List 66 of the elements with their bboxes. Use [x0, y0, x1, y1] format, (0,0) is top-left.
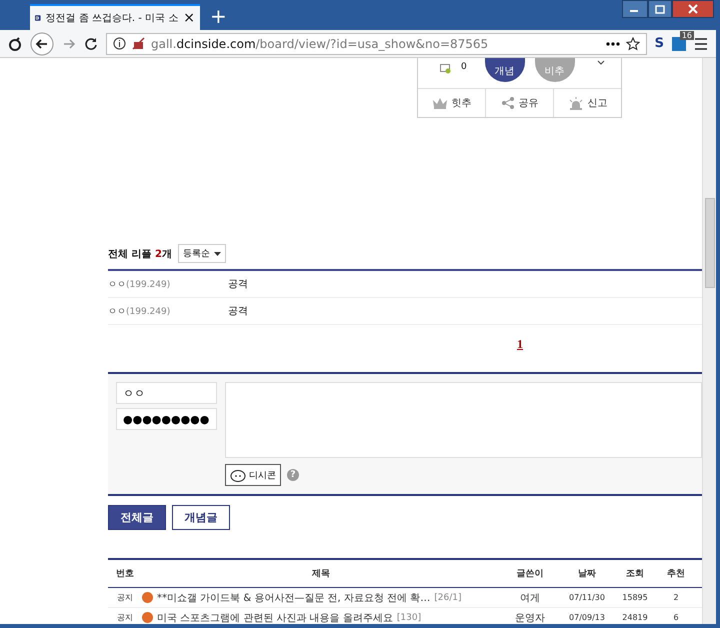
table-cell-text: 6: [672, 613, 680, 622]
maximize-button[interactable]: [648, 0, 672, 18]
notice-icon: [142, 612, 153, 623]
table-cell-text: 07/11/30: [568, 593, 606, 602]
vertical-scrollbar[interactable]: [702, 58, 716, 624]
more-icon[interactable]: [606, 42, 620, 46]
extension-icon[interactable]: [672, 36, 686, 50]
face-icon: [230, 468, 246, 482]
page-link[interactable]: 1: [517, 337, 523, 352]
table-cell-text: 24819: [621, 613, 649, 622]
address-bar[interactable]: gall.dcinside.com/board/view/?id=usa_show&no=87565: [106, 32, 647, 54]
name-field[interactable]: ㅇㅇ: [116, 382, 217, 404]
tab-close-button[interactable]: ×: [183, 10, 195, 26]
column-header: 조회: [625, 568, 645, 580]
column-header: 제목: [311, 568, 331, 580]
extension-icon[interactable]: S: [654, 36, 664, 51]
comment-author: ㅇㅇ(199.249): [108, 306, 172, 318]
comment-icon: [440, 64, 451, 74]
table-cell-text: 07/09/13: [568, 613, 606, 622]
post-title-link[interactable]: **미쇼갤 가이드북 & 용어사전—질문 전, 자료요청 전에 확… [26/1]: [142, 590, 500, 604]
post-title-link[interactable]: 미국 스포츠그램에 관련된 사진과 내용을 올려주세요 [130]: [142, 610, 500, 624]
sort-dropdown[interactable]: 등록순: [178, 244, 226, 263]
star-icon[interactable]: [626, 36, 640, 50]
notice-icon: [142, 592, 153, 603]
comment-input[interactable]: [225, 382, 702, 458]
column-header: 글쓴이: [516, 568, 544, 580]
column-header: 번호: [115, 568, 135, 580]
dccon-button[interactable]: 디시콘: [225, 464, 281, 486]
close-icon: [688, 4, 698, 14]
recommend-count: 0: [461, 62, 467, 72]
menu-icon[interactable]: [694, 38, 708, 50]
column-header: 날짜: [577, 568, 597, 580]
extension-badge: 16: [680, 30, 694, 40]
comment-author: ㅇㅇ(199.249): [108, 278, 172, 290]
insecure-lock-icon: [132, 37, 145, 50]
maximize-icon: [655, 4, 665, 14]
minimize-button[interactable]: [622, 0, 648, 18]
tab-title: 정전걸 좀 쓰겁승다. - 미국 소: [46, 12, 178, 25]
comment-count-title: 전체 리플 2개: [108, 248, 172, 260]
table-cell-text: 운영자: [514, 612, 546, 624]
table-cell-text: 여게: [519, 592, 541, 604]
password-field[interactable]: ●●●●●●●●●: [116, 408, 217, 430]
vote-button[interactable]: 개념: [484, 58, 525, 82]
table-cell-text: 공지: [116, 592, 134, 603]
comment-text: 공격: [228, 305, 248, 318]
info-icon: [113, 37, 126, 50]
chevron-down-icon[interactable]: [596, 60, 605, 65]
column-header: 추천: [666, 568, 686, 580]
close-button[interactable]: [672, 0, 714, 18]
list-tab[interactable]: 개념글: [172, 505, 230, 530]
reload-icon[interactable]: [84, 36, 98, 50]
comment-text: 공격: [228, 278, 248, 291]
new-tab-button[interactable]: +: [210, 4, 227, 28]
browser-tab[interactable]: 정전걸 좀 쓰겁승다. - 미국 소 ×: [30, 4, 200, 30]
forward-icon[interactable]: [62, 36, 76, 50]
crown-icon: [432, 97, 448, 109]
siren-icon: [568, 96, 584, 110]
caret-down-icon: [214, 252, 221, 256]
list-tab[interactable]: 전체글: [108, 505, 166, 530]
table-cell-text: 2: [672, 593, 680, 602]
share-icon: [500, 96, 514, 110]
bomb-icon[interactable]: [8, 36, 22, 50]
back-icon[interactable]: [30, 32, 54, 56]
table-cell-text: 15895: [621, 593, 649, 602]
url-text: gall.dcinside.com/board/view/?id=usa_show&no=87565: [151, 36, 490, 50]
table-cell-text: 공지: [116, 612, 134, 623]
